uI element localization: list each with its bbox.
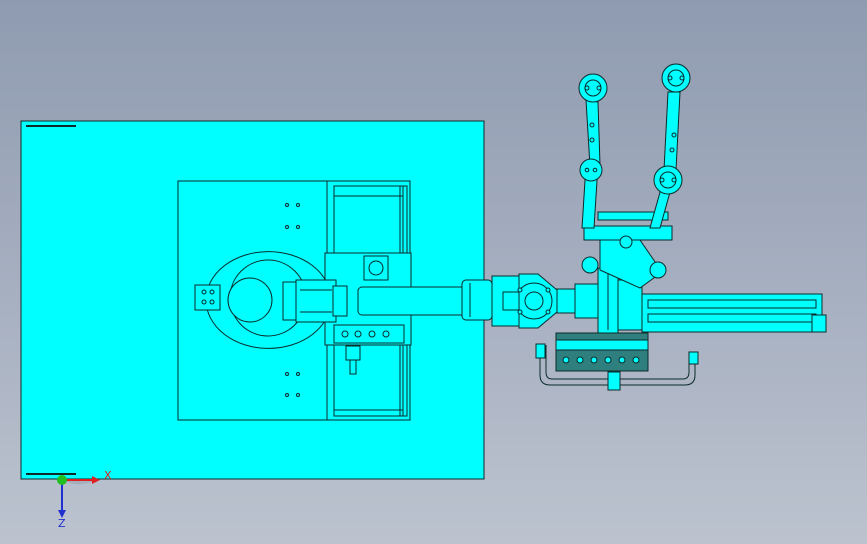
shoulder-motor[interactable]	[282, 279, 348, 323]
gripper-pad[interactable]	[555, 332, 649, 372]
x-axis-label: X	[104, 469, 112, 482]
elbow-joint[interactable]	[491, 273, 558, 329]
assembly-drawing[interactable]: X Z	[0, 0, 867, 544]
cad-3d-viewport[interactable]: X Z	[0, 0, 867, 544]
y-axis-marker	[57, 475, 67, 485]
right-finger[interactable]	[649, 63, 691, 229]
left-finger[interactable]	[578, 73, 608, 229]
extension-slide[interactable]	[641, 293, 827, 333]
z-axis-label: Z	[58, 517, 66, 530]
